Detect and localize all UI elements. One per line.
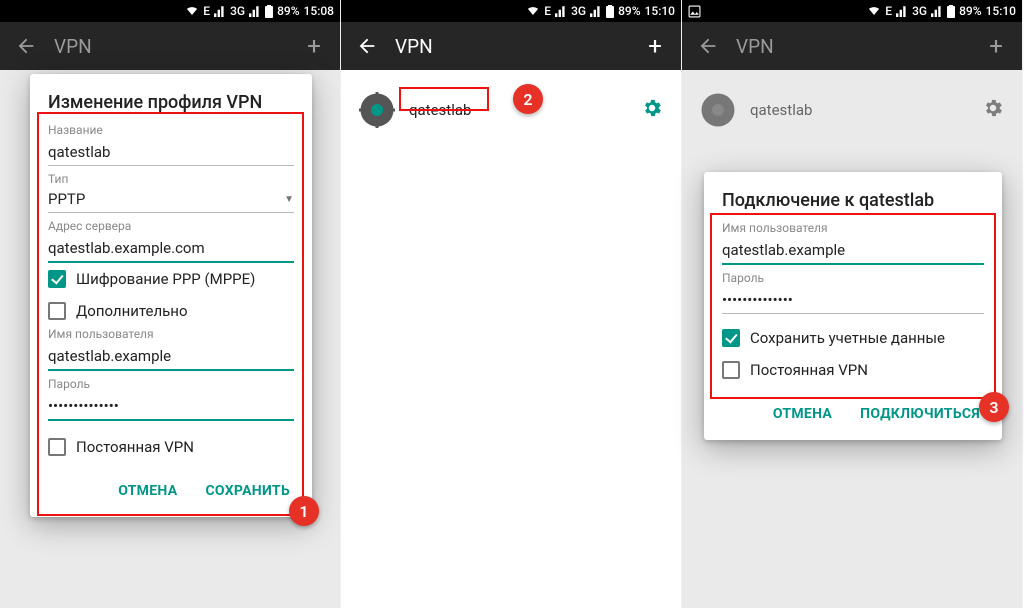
add-icon[interactable]: + bbox=[978, 28, 1014, 64]
wifi-icon bbox=[185, 5, 199, 17]
dialog-title: Изменение профиля VPN bbox=[48, 92, 294, 113]
user-label: Имя пользователя bbox=[48, 327, 294, 341]
name-input[interactable] bbox=[48, 137, 294, 166]
battery-icon bbox=[265, 5, 273, 18]
save-creds-label: Сохранить учетные данные bbox=[750, 329, 945, 347]
phone-screen-1: E 3G 89% 15:08 VPN + Изменение профиля V… bbox=[0, 0, 341, 608]
edge-label: E bbox=[544, 4, 551, 18]
status-bar: E 3G 89% 15:10 bbox=[682, 0, 1022, 22]
add-icon[interactable]: + bbox=[637, 28, 673, 64]
checkbox-icon bbox=[722, 329, 740, 347]
edge-label: E bbox=[885, 4, 892, 18]
type-value: PPTP bbox=[48, 190, 284, 208]
cancel-button[interactable]: ОТМЕНА bbox=[769, 398, 836, 430]
user-label: Имя пользователя bbox=[722, 221, 984, 235]
signal-icon bbox=[931, 5, 943, 17]
battery-icon bbox=[947, 5, 955, 18]
appbar-title: VPN bbox=[726, 35, 978, 58]
advanced-checkbox[interactable]: Дополнительно bbox=[48, 295, 294, 327]
appbar-title: VPN bbox=[385, 35, 637, 58]
appbar-title: VPN bbox=[44, 35, 296, 58]
type-select[interactable]: PPTP ▼ bbox=[48, 186, 294, 213]
pass-input[interactable] bbox=[722, 285, 984, 314]
status-bar: E 3G 89% 15:10 bbox=[341, 0, 681, 22]
dialog-actions: ОТМЕНА СОХРАНИТЬ bbox=[48, 475, 294, 507]
battery-pct: 89% bbox=[959, 4, 981, 18]
signal-icon bbox=[214, 5, 226, 17]
cancel-button[interactable]: ОТМЕНА bbox=[114, 475, 181, 507]
network-label: 3G bbox=[230, 4, 245, 18]
checkbox-icon bbox=[722, 361, 740, 379]
status-time: 15:10 bbox=[986, 4, 1016, 18]
checkbox-icon bbox=[48, 438, 66, 456]
save-creds-checkbox[interactable]: Сохранить учетные данные bbox=[722, 322, 984, 354]
server-input[interactable] bbox=[48, 233, 294, 263]
always-vpn-checkbox[interactable]: Постоянная VPN bbox=[722, 354, 984, 386]
pass-input[interactable] bbox=[48, 391, 294, 421]
wifi-icon bbox=[526, 5, 540, 17]
network-label: 3G bbox=[912, 4, 927, 18]
status-time: 15:08 bbox=[304, 4, 334, 18]
dialog-actions: ОТМЕНА ПОДКЛЮЧИТЬСЯ bbox=[722, 398, 984, 430]
image-icon bbox=[688, 5, 701, 18]
content-area: qatestlab bbox=[341, 70, 681, 608]
pass-label: Пароль bbox=[48, 377, 294, 391]
signal-icon bbox=[249, 5, 261, 17]
vpn-list-item[interactable]: qatestlab bbox=[698, 80, 1006, 140]
advanced-label: Дополнительно bbox=[76, 302, 188, 320]
mppe-checkbox[interactable]: Шифрование PPP (MPPE) bbox=[48, 263, 294, 295]
battery-icon bbox=[606, 5, 614, 18]
edge-label: E bbox=[203, 4, 210, 18]
save-button[interactable]: СОХРАНИТЬ bbox=[201, 475, 294, 507]
add-icon[interactable]: + bbox=[296, 28, 332, 64]
checkbox-icon bbox=[48, 270, 66, 288]
signal-icon bbox=[555, 5, 567, 17]
signal-icon bbox=[896, 5, 908, 17]
dropdown-icon: ▼ bbox=[284, 194, 294, 205]
connect-vpn-dialog: Подключение к qatestlab Имя пользователя… bbox=[704, 172, 1002, 440]
dialog-title: Подключение к qatestlab bbox=[722, 190, 984, 211]
app-bar: VPN + bbox=[341, 22, 681, 70]
battery-pct: 89% bbox=[618, 4, 640, 18]
phone-screen-2: E 3G 89% 15:10 VPN + qatestlab 2 bbox=[341, 0, 682, 608]
always-label: Постоянная VPN bbox=[750, 361, 868, 379]
status-time: 15:10 bbox=[645, 4, 675, 18]
profile-gear-icon bbox=[700, 92, 736, 128]
type-label: Тип bbox=[48, 172, 294, 186]
mppe-label: Шифрование PPP (MPPE) bbox=[76, 270, 255, 288]
status-bar: E 3G 89% 15:08 bbox=[0, 0, 340, 22]
app-bar: VPN + bbox=[682, 22, 1022, 70]
vpn-name: qatestlab bbox=[750, 101, 968, 119]
edit-vpn-dialog: Изменение профиля VPN Название Тип PPTP … bbox=[30, 74, 312, 517]
profile-gear-icon bbox=[359, 92, 395, 128]
network-label: 3G bbox=[571, 4, 586, 18]
pass-label: Пароль bbox=[722, 271, 984, 285]
back-icon[interactable] bbox=[349, 28, 385, 64]
signal-icon bbox=[590, 5, 602, 17]
server-label: Адрес сервера bbox=[48, 219, 294, 233]
name-label: Название bbox=[48, 123, 294, 137]
battery-pct: 89% bbox=[277, 4, 299, 18]
settings-gear-icon[interactable] bbox=[641, 97, 663, 123]
phone-screen-3: E 3G 89% 15:10 VPN + qatestlab Подключен… bbox=[682, 0, 1023, 608]
always-vpn-checkbox[interactable]: Постоянная VPN bbox=[48, 431, 294, 463]
vpn-list-item[interactable]: qatestlab bbox=[357, 80, 665, 140]
vpn-name: qatestlab bbox=[409, 101, 627, 119]
user-input[interactable] bbox=[48, 341, 294, 371]
user-input[interactable] bbox=[722, 235, 984, 265]
app-bar: VPN + bbox=[0, 22, 340, 70]
back-icon[interactable] bbox=[690, 28, 726, 64]
always-label: Постоянная VPN bbox=[76, 438, 194, 456]
back-icon[interactable] bbox=[8, 28, 44, 64]
settings-gear-icon[interactable] bbox=[982, 97, 1004, 123]
checkbox-icon bbox=[48, 302, 66, 320]
wifi-icon bbox=[867, 5, 881, 17]
connect-button[interactable]: ПОДКЛЮЧИТЬСЯ bbox=[856, 398, 984, 430]
